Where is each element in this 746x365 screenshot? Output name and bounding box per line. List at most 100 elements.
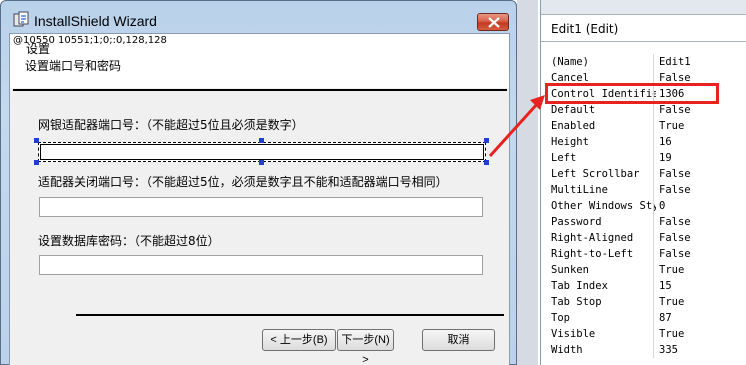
selection-handle[interactable] — [484, 160, 489, 165]
property-value[interactable]: 16 — [659, 134, 672, 150]
installshield-app-icon — [13, 11, 29, 27]
header-divider — [13, 89, 507, 91]
properties-header: Edit1 (Edit) — [541, 14, 746, 42]
property-name: Width — [551, 344, 583, 356]
property-row[interactable]: Left 19 — [547, 150, 746, 166]
selection-handle[interactable] — [484, 138, 489, 143]
properties-panel: Edit1 (Edit) (Name) Edit1 Cancel False Contr… — [540, 0, 746, 365]
property-row[interactable]: Visible True — [547, 326, 746, 342]
property-name: Visible — [551, 328, 596, 340]
property-name: Left Scrollbar — [551, 168, 640, 180]
property-row[interactable]: Tab Index 15 — [547, 278, 746, 294]
property-column-divider — [653, 246, 654, 262]
property-column-divider — [653, 310, 654, 326]
property-column-divider — [653, 230, 654, 246]
property-column-divider — [653, 214, 654, 230]
property-value[interactable]: False — [659, 230, 691, 246]
property-row[interactable]: MultiLine False — [547, 182, 746, 198]
property-column-divider — [653, 150, 654, 166]
property-name: Default — [551, 104, 596, 116]
dialog-client-area: 设置 @10550 10551;1;0;:0,128,128 设置端口号和密码 … — [9, 33, 510, 365]
property-row[interactable]: Width 335 — [547, 342, 746, 358]
title-bar[interactable]: InstallShield Wizard — [1, 1, 516, 37]
highlight-annotation-box — [545, 83, 719, 104]
property-name: Password — [551, 216, 602, 228]
close-port-input[interactable] — [39, 197, 483, 217]
close-icon — [488, 17, 500, 28]
close-button[interactable] — [477, 13, 509, 31]
selection-handle[interactable] — [259, 138, 264, 143]
property-name: Enabled — [551, 120, 596, 132]
property-row[interactable]: Enabled True — [547, 118, 746, 134]
property-column-divider — [653, 342, 654, 358]
property-value[interactable]: 19 — [659, 150, 672, 166]
debug-overlay-text: @10550 10551;1;0;:0,128,128 — [13, 35, 167, 46]
property-column-divider — [653, 54, 654, 70]
next-button[interactable]: 下一步(N) > — [337, 329, 394, 365]
property-name: Tab Index — [551, 280, 608, 292]
property-value[interactable]: False — [659, 102, 691, 118]
properties-title: Edit1 (Edit) — [551, 22, 619, 36]
property-value[interactable]: False — [659, 246, 691, 262]
selection-handle[interactable] — [34, 160, 39, 165]
property-name: Top — [551, 312, 570, 324]
property-value[interactable]: 335 — [659, 342, 678, 358]
footer-divider — [76, 314, 504, 316]
property-row[interactable]: Right-Aligned False — [547, 230, 746, 246]
property-column-divider — [653, 326, 654, 342]
property-column-divider — [653, 294, 654, 310]
property-value[interactable]: True — [659, 326, 684, 342]
property-value[interactable]: False — [659, 214, 691, 230]
property-name: (Name) — [551, 56, 589, 68]
header-panel: 设置 @10550 10551;1;0;:0,128,128 设置端口号和密码 — [10, 34, 509, 88]
back-button[interactable]: < 上一步(B) — [262, 329, 336, 351]
selection-handle[interactable] — [34, 138, 39, 143]
property-column-divider — [653, 182, 654, 198]
installshield-dialog: InstallShield Wizard 设置 @10550 10551;1;0… — [0, 0, 517, 365]
property-name: Right-Aligned — [551, 232, 634, 244]
property-name: MultiLine — [551, 184, 608, 196]
port-label: 网银适配器端口号：（不能超过5位且必须是数字） — [38, 118, 304, 132]
property-row[interactable]: Sunken True — [547, 262, 746, 278]
property-name: Tab Stop — [551, 296, 602, 308]
panel-top-strip — [541, 0, 746, 14]
property-column-divider — [653, 262, 654, 278]
property-name: Right-to-Left — [551, 248, 634, 260]
property-value[interactable]: 0 — [659, 198, 665, 214]
property-row[interactable]: Left Scrollbar False — [547, 166, 746, 182]
property-value[interactable]: 87 — [659, 310, 672, 326]
property-column-divider — [653, 118, 654, 134]
property-row[interactable]: Other Windows Sty 0 — [547, 198, 746, 214]
property-row[interactable]: Right-to-Left False — [547, 246, 746, 262]
property-value[interactable]: False — [659, 166, 691, 182]
property-row[interactable]: Default False — [547, 102, 746, 118]
window-separator — [517, 0, 538, 365]
property-column-divider — [653, 134, 654, 150]
selection-handle[interactable] — [259, 160, 264, 165]
property-row[interactable]: Tab Stop True — [547, 294, 746, 310]
property-value[interactable]: True — [659, 294, 684, 310]
property-name: Other Windows Sty — [551, 200, 656, 212]
property-value[interactable]: True — [659, 262, 684, 278]
page-subheading: 设置端口号和密码 — [25, 59, 122, 73]
close-port-label: 适配器关闭端口号：（不能超过5位，必须是数字且不能和适配器端口号相同） — [38, 175, 448, 189]
property-row[interactable]: Height 16 — [547, 134, 746, 150]
property-column-divider — [653, 166, 654, 182]
property-value[interactable]: 15 — [659, 278, 672, 294]
property-value[interactable]: Edit1 — [659, 54, 691, 70]
cancel-button[interactable]: 取消 — [422, 329, 495, 351]
property-name: Left — [551, 152, 577, 164]
property-row[interactable]: Password False — [547, 214, 746, 230]
property-column-divider — [653, 102, 654, 118]
db-password-input[interactable] — [39, 255, 483, 275]
property-name: Sunken — [551, 264, 589, 276]
property-value[interactable]: False — [659, 182, 691, 198]
property-column-divider — [653, 278, 654, 294]
port-input[interactable] — [38, 142, 486, 162]
property-name: Height — [551, 136, 589, 148]
property-column-divider — [653, 198, 654, 214]
property-row[interactable]: (Name) Edit1 — [547, 54, 746, 70]
db-password-label: 设置数据库密码：（不能超过8位） — [38, 234, 220, 248]
property-value[interactable]: True — [659, 118, 684, 134]
property-row[interactable]: Top 87 — [547, 310, 746, 326]
